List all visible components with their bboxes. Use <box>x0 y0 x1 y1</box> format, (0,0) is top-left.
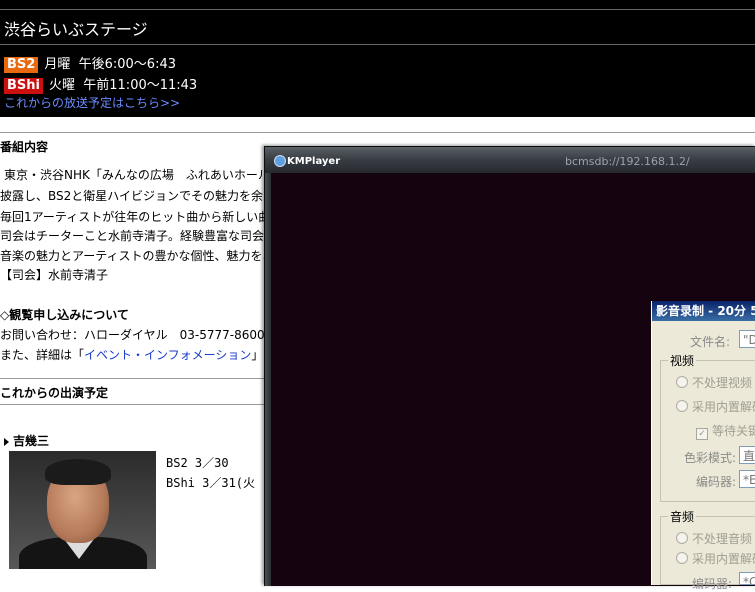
option-label: 采用内置解码 <box>692 552 755 566</box>
record-dialog-title[interactable]: 影音录制 - 20分 5 <box>652 301 755 321</box>
wait-keyframe-checkbox[interactable]: ✓ 等待关键 <box>696 422 755 440</box>
upcoming-heading: これからの出演予定 <box>0 386 109 400</box>
performer-name[interactable]: 吉幾三 <box>4 432 49 449</box>
content-line: 東京・渋谷NHK「みんなの広場 ふれあいホール <box>4 168 270 182</box>
radio-icon <box>676 376 688 388</box>
video-option-builtin[interactable]: 采用内置解码 <box>676 398 755 415</box>
video-group-title: 视频 <box>668 352 697 369</box>
checkbox-icon: ✓ <box>696 428 708 440</box>
option-label: 不处理音频 <box>692 532 753 546</box>
event-info-link[interactable]: イベント・インフォメーション <box>84 348 251 362</box>
schedule-day: 火曜 <box>48 78 75 93</box>
audio-option-builtin[interactable]: 采用内置解码 <box>676 550 755 567</box>
filename-label: 文件名: <box>690 335 731 349</box>
detail-prefix: また、詳細は「 <box>0 348 85 362</box>
video-encoder-label: 编码器: <box>696 475 737 489</box>
stream-path: bcmsdb://192.168.1.2/ <box>565 155 690 168</box>
schedule-link[interactable]: これからの放送予定はこちら>> <box>4 94 180 111</box>
performer-name-label: 吉幾三 <box>13 434 50 448</box>
content-line: 音楽の魅力とアーティストの豊かな個性、魅力をあ <box>0 249 275 263</box>
checkbox-label: 等待关键 <box>712 424 755 438</box>
radio-icon <box>676 532 688 544</box>
radio-icon <box>676 552 688 564</box>
airing-date: BShi 3／31(火 <box>166 476 256 490</box>
bs2-badge: BS2 <box>4 57 39 73</box>
option-label: 采用内置解码 <box>692 400 755 414</box>
filename-field[interactable]: "D <box>739 330 755 348</box>
option-label: 不处理视频 <box>692 376 753 390</box>
schedule-time: 午前11:00～11:43 <box>83 78 198 93</box>
content-line: 司会はチーターこと水前寺清子。経験豊富な司会 <box>0 229 265 243</box>
color-mode-select[interactable]: 直 <box>739 446 755 464</box>
program-title: 渋谷らいぶステージ <box>4 20 148 39</box>
audio-encoder-label: 编码器: <box>692 577 733 591</box>
schedule-time: 午後6:00～6:43 <box>78 57 176 72</box>
content-heading: 番組内容 <box>0 140 49 154</box>
schedule-row-bs2: BS2 月曜 午後6:00～6:43 <box>4 53 176 73</box>
audio-group-title: 音频 <box>668 508 697 525</box>
airing-date: BS2 3／30 <box>166 456 229 470</box>
content-line: 【司会】水前寺清子 <box>0 268 109 282</box>
photo-hair <box>45 459 111 485</box>
kmplayer-logo-icon <box>274 155 286 167</box>
content-line: 披露し、BS2と衛星ハイビジョンでその魅力を余す <box>0 189 276 203</box>
radio-icon <box>676 400 688 412</box>
bshi-badge: BShi <box>4 78 43 94</box>
viewing-heading: ◇観覧申し込みについて <box>0 308 129 322</box>
content-line: 毎回1アーティストが往年のヒット曲から新しい曲 <box>0 210 271 224</box>
kmplayer-titlebar[interactable]: KMPlayer bcmsdb://192.168.1.2/ <box>265 147 755 173</box>
kmplayer-app-name: KMPlayer <box>287 156 341 167</box>
schedule-row-bshi: BShi 火曜 午前11:00～11:43 <box>4 74 197 94</box>
section-divider <box>0 132 755 133</box>
program-header: 渋谷らいぶステージ BS2 月曜 午後6:00～6:43 BShi 火曜 午前11:… <box>0 0 755 117</box>
color-mode-label: 色彩模式: <box>684 451 737 465</box>
video-encoder-select[interactable]: *E <box>739 470 755 488</box>
schedule-day: 月曜 <box>44 57 71 72</box>
detail-line: また、詳細は「イベント・インフォメーション」ホーム <box>0 346 299 363</box>
audio-encoder-select[interactable]: *C <box>739 572 755 585</box>
header-top-rule <box>0 9 755 10</box>
record-dialog[interactable]: 影音录制 - 20分 5 文件名: "D 视频 不处理视频 采用内置解码 ✓ 等待… <box>651 301 755 591</box>
header-mid-rule <box>0 44 755 45</box>
performer-photo <box>9 451 156 569</box>
video-option-none[interactable]: 不处理视频 <box>676 374 752 391</box>
audio-option-none[interactable]: 不处理音频 <box>676 530 752 547</box>
bullet-arrow-icon <box>4 437 9 446</box>
contact-line: お問い合わせ：ハローダイヤル 03-5777-8600 <box>0 328 265 342</box>
